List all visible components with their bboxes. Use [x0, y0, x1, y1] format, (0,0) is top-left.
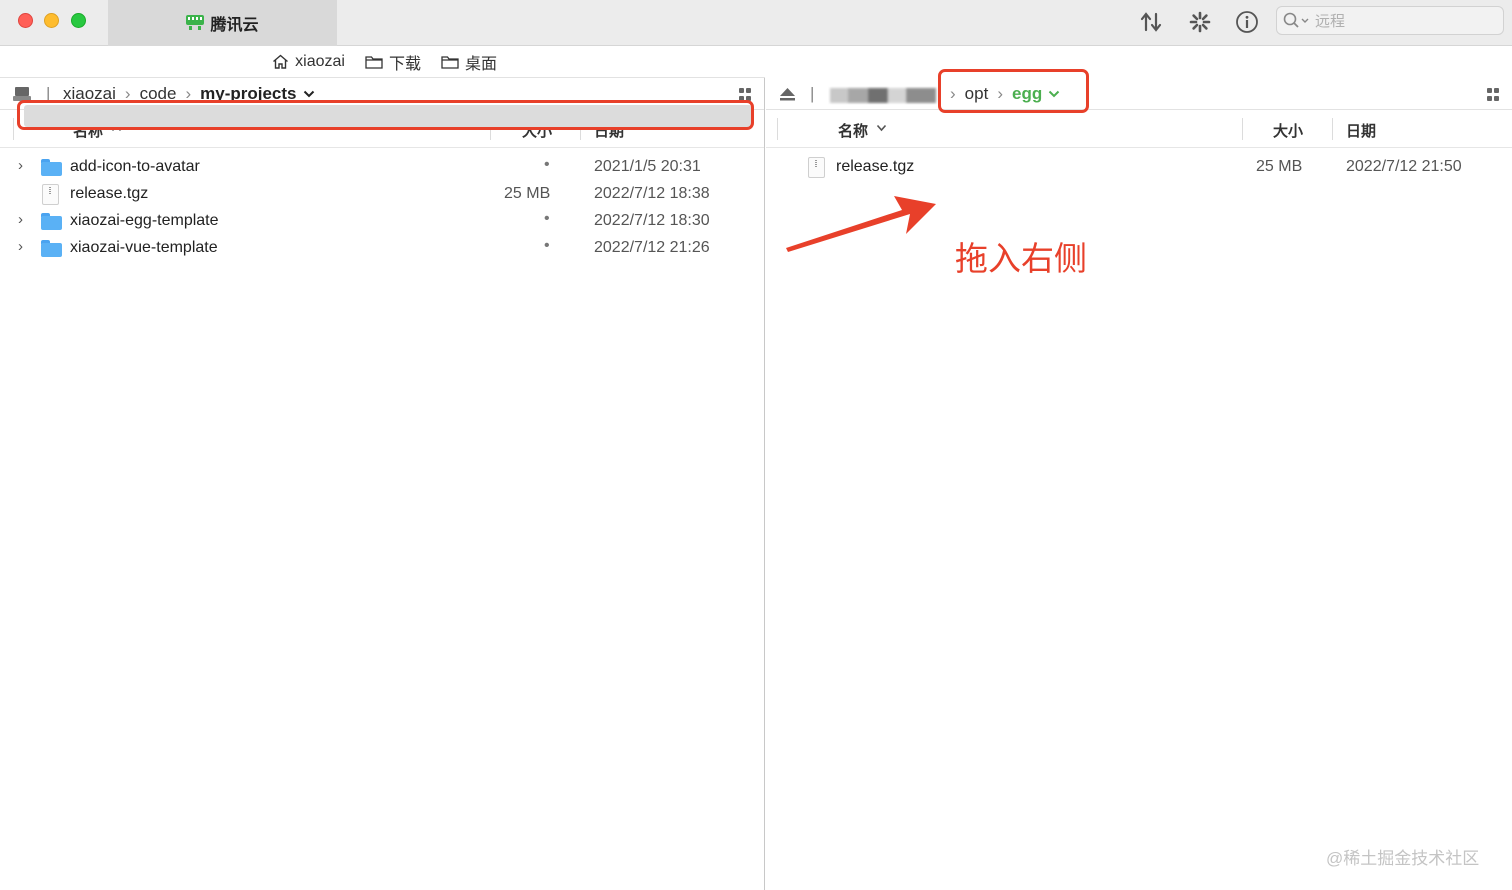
search-placeholder: 远程 [1315, 13, 1346, 30]
row-date: 2022/7/12 21:26 [594, 239, 710, 256]
row-name: xiaozai-vue-template [70, 239, 218, 256]
favorite-label: xiaozai [295, 52, 345, 70]
archive-file-icon [808, 157, 825, 178]
row-date: 2022/7/12 21:50 [1346, 158, 1462, 175]
column-size[interactable]: 大小 [1273, 120, 1303, 141]
minimize-window-button[interactable] [44, 13, 59, 28]
activity-button[interactable] [1186, 8, 1214, 36]
row-date: 2022/7/12 18:38 [594, 185, 710, 202]
folder-icon [41, 159, 62, 176]
sort-descending-icon[interactable] [876, 124, 887, 132]
view-grid-icon[interactable] [1487, 88, 1500, 101]
favorite-label: 下载 [388, 55, 421, 73]
size-placeholder: • [544, 237, 550, 254]
transfer-button[interactable] [1137, 8, 1165, 36]
table-row[interactable]: › add-icon-to-avatar • 2021/1/5 20:31 [0, 154, 764, 181]
row-name: release.tgz [836, 158, 915, 175]
path-divider: | [810, 84, 815, 103]
watermark: @稀土掘金技术社区 [1326, 849, 1480, 868]
title-bar: 腾讯云 远程 [0, 0, 1512, 46]
server-icon [186, 15, 205, 30]
folder-icon [441, 55, 459, 69]
zoom-window-button[interactable] [71, 13, 86, 28]
close-window-button[interactable] [18, 13, 33, 28]
remote-column-header: 名称 大小 日期 [766, 110, 1512, 148]
remote-path-highlight-box [938, 69, 1089, 113]
column-name[interactable]: 名称 [838, 120, 868, 141]
info-button[interactable] [1233, 8, 1261, 36]
selection-highlight-box [17, 100, 754, 130]
row-date: 2022/7/12 18:30 [594, 212, 710, 229]
transfer-arrows-icon [1140, 12, 1162, 32]
eject-icon[interactable] [779, 87, 796, 101]
spinner-icon [1189, 11, 1211, 33]
row-size: 25 MB [504, 185, 551, 202]
row-name: add-icon-to-avatar [70, 158, 200, 175]
column-date[interactable]: 日期 [1346, 120, 1376, 141]
size-placeholder: • [544, 156, 550, 173]
row-name: xiaozai-egg-template [70, 212, 219, 229]
size-placeholder: • [544, 210, 550, 227]
row-date: 2021/1/5 20:31 [594, 158, 701, 175]
table-row-selected[interactable]: release.tgz 25 MB 2022/7/12 18:38 [0, 181, 764, 208]
disclosure-triangle-icon[interactable]: › [18, 157, 23, 174]
remote-search-field[interactable]: 远程 [1276, 6, 1504, 35]
chevron-down-icon[interactable] [303, 90, 315, 98]
home-icon [273, 54, 289, 69]
table-row[interactable]: › xiaozai-vue-template • 2022/7/12 21:26 [0, 235, 764, 262]
search-icon [1283, 12, 1309, 28]
info-icon [1236, 11, 1258, 33]
disclosure-triangle-icon[interactable]: › [18, 211, 23, 228]
favorites-bar: xiaozai 下载 桌面 [0, 46, 765, 78]
folder-icon [41, 213, 62, 230]
redacted-path-segment [830, 88, 936, 103]
drag-arrow-icon [786, 196, 936, 252]
tab-tencent-cloud[interactable]: 腾讯云 [108, 0, 337, 46]
table-row[interactable]: release.tgz 25 MB 2022/7/12 21:50 [766, 154, 1512, 181]
favorite-downloads[interactable]: 下载 [365, 50, 421, 74]
archive-file-icon [42, 184, 59, 205]
favorite-label: 桌面 [464, 55, 497, 73]
row-name: release.tgz [70, 185, 149, 202]
local-pane: | xiaozai › code › my-projects 名称 大小 日期 … [0, 78, 765, 890]
disclosure-triangle-icon[interactable]: › [18, 238, 23, 255]
row-size: 25 MB [1256, 158, 1303, 175]
folder-icon [365, 55, 383, 69]
favorite-home[interactable]: xiaozai [272, 53, 345, 71]
favorite-desktop[interactable]: 桌面 [441, 50, 497, 74]
drag-instruction-annotation: 拖入右侧 [955, 239, 1087, 278]
tab-title: 腾讯云 [210, 17, 259, 34]
table-row[interactable]: › xiaozai-egg-template • 2022/7/12 18:30 [0, 208, 764, 235]
folder-icon [41, 240, 62, 257]
